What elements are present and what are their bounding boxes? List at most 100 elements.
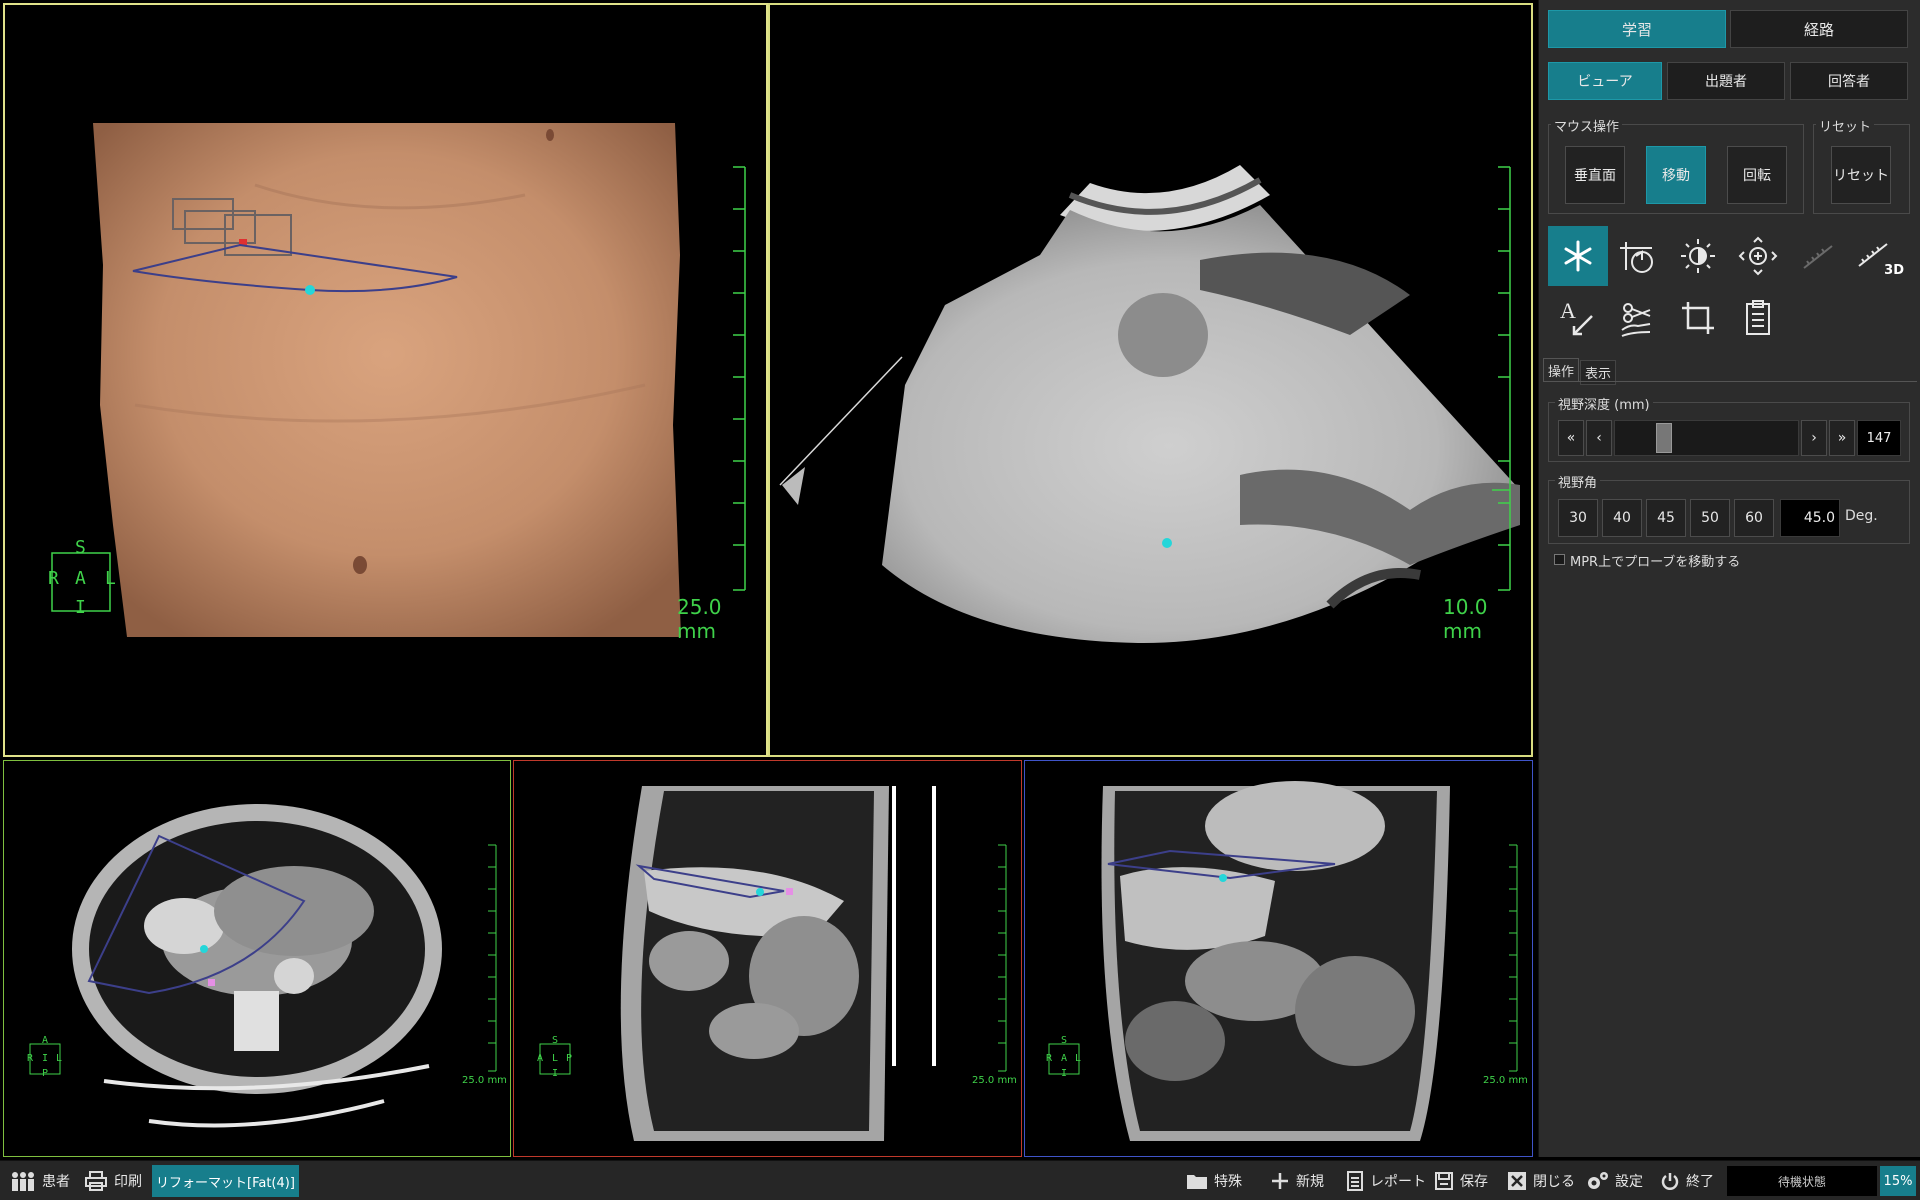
sagittal-viewport[interactable]: S A L P I 25.0 mm	[513, 760, 1022, 1157]
angle-45-button[interactable]: 45	[1646, 499, 1686, 537]
depth-last-button[interactable]: »	[1829, 420, 1855, 456]
power-icon	[1661, 1173, 1679, 1190]
plus-icon	[1272, 1173, 1288, 1189]
coronal-ct-image	[1048, 781, 1518, 1141]
orientation-left: R	[48, 568, 59, 589]
text-annotation-icon[interactable]: A	[1548, 288, 1608, 348]
orientation-right: P	[566, 1053, 573, 1064]
print-button[interactable]: 印刷	[84, 1161, 142, 1200]
crop-icon[interactable]	[1668, 288, 1728, 348]
axial-viewport[interactable]: A R I L P 25.0 mm	[3, 760, 511, 1157]
settings-button[interactable]: 設定	[1585, 1161, 1643, 1200]
orientation-center: L	[552, 1053, 559, 1064]
scale-ruler	[998, 844, 1007, 1072]
tab-operation[interactable]: 操作	[1543, 358, 1580, 382]
zoom-move-icon[interactable]	[1728, 226, 1788, 286]
probe-checkbox[interactable]	[1554, 554, 1565, 565]
cut-icon[interactable]	[1608, 288, 1668, 348]
coronal-viewport[interactable]: S R A L I 25.0 mm	[1024, 760, 1533, 1157]
angle-60-button[interactable]: 60	[1734, 499, 1774, 537]
depth-value[interactable]: 147	[1857, 420, 1901, 456]
axial-ct-image	[29, 804, 497, 1128]
exit-button[interactable]: 終了	[1660, 1161, 1714, 1200]
orientation-right: L	[105, 568, 116, 589]
reset-group-title: リセット	[1816, 116, 1875, 135]
angle-30-button[interactable]: 30	[1558, 499, 1598, 537]
orientation-center: A	[75, 568, 86, 589]
depth-slider-track[interactable]	[1614, 420, 1799, 456]
status-indicator: 待機状態	[1727, 1166, 1877, 1196]
close-icon	[1508, 1172, 1526, 1190]
tab-learning[interactable]: 学習	[1548, 10, 1726, 48]
move-button[interactable]: 移動	[1646, 146, 1706, 204]
close-button[interactable]: 閉じる	[1507, 1161, 1575, 1200]
target-point	[1219, 874, 1227, 882]
ruler-icon[interactable]	[1788, 226, 1848, 286]
reformat-tab[interactable]: リフォーマット[Fat(4)]	[152, 1165, 299, 1197]
report-icon	[1347, 1171, 1363, 1191]
rotate-button[interactable]: 回転	[1727, 146, 1787, 204]
new-label: 新規	[1296, 1174, 1324, 1190]
scale-ruler	[733, 166, 746, 591]
volume-render-viewport[interactable]: S R A L I 25.0 mm	[3, 3, 768, 757]
patients-icon	[12, 1172, 34, 1191]
angle-40-button[interactable]: 40	[1602, 499, 1642, 537]
tab-divider	[1543, 381, 1917, 382]
depth-next-button[interactable]: ›	[1801, 420, 1827, 456]
scale-label: 25.0 mm	[462, 1075, 507, 1086]
orientation-top: A	[42, 1035, 49, 1046]
scale-ruler	[1509, 844, 1518, 1072]
rotate-icon[interactable]	[1608, 226, 1668, 286]
depth-slider-thumb[interactable]	[1656, 423, 1672, 453]
report-label: レポート	[1370, 1174, 1426, 1190]
target-point	[1162, 538, 1172, 548]
target-point	[200, 945, 208, 953]
angle-value[interactable]: 45.0	[1780, 499, 1840, 537]
orientation-left: A	[537, 1053, 544, 1064]
tab-questioner[interactable]: 出題者	[1667, 62, 1785, 100]
save-icon	[1435, 1172, 1453, 1190]
tab-route[interactable]: 経路	[1730, 10, 1908, 48]
ruler-3d-icon[interactable]: 3D	[1848, 226, 1908, 286]
orientation-right: L	[56, 1053, 63, 1064]
scale-label: 10.0 mm	[1443, 595, 1488, 643]
clipboard-icon[interactable]	[1728, 288, 1788, 348]
mouse-operation-title: マウス操作	[1551, 116, 1623, 135]
scale-label: 25.0 mm	[1483, 1075, 1528, 1086]
tab-answerer[interactable]: 回答者	[1790, 62, 1908, 100]
depth-title: 視野深度 (mm)	[1555, 394, 1653, 413]
exit-label: 終了	[1686, 1174, 1714, 1190]
orientation-top: S	[75, 537, 86, 558]
new-button[interactable]: 新規	[1270, 1161, 1324, 1200]
angle-unit: Deg.	[1845, 508, 1878, 524]
orientation-top: S	[552, 1035, 559, 1046]
report-button[interactable]: レポート	[1346, 1161, 1426, 1200]
ultrasound-viewport[interactable]: 10.0 mm	[768, 3, 1533, 757]
sagittal-ct-image	[539, 786, 1007, 1141]
patient-label: 患者	[42, 1174, 70, 1190]
asterisk-icon[interactable]	[1548, 226, 1608, 286]
depth-prev-button[interactable]: ‹	[1586, 420, 1612, 456]
progress-percent: 15%	[1880, 1166, 1916, 1196]
scale-label: 25.0 mm	[677, 595, 722, 643]
ultrasound-image	[779, 165, 1520, 644]
reset-button[interactable]: リセット	[1831, 146, 1891, 204]
volume-render-image	[51, 123, 746, 637]
printer-icon	[85, 1171, 107, 1191]
ruler-3d-label: 3D	[1884, 263, 1904, 278]
orientation-bottom: I	[75, 597, 86, 618]
save-button[interactable]: 保存	[1434, 1161, 1488, 1200]
orientation-bottom: I	[1061, 1068, 1068, 1079]
save-label: 保存	[1460, 1174, 1488, 1190]
brightness-icon[interactable]	[1668, 226, 1728, 286]
orientation-bottom: P	[42, 1068, 49, 1079]
patient-button[interactable]: 患者	[10, 1161, 70, 1200]
close-label: 閉じる	[1533, 1174, 1575, 1190]
vertical-plane-button[interactable]: 垂直面	[1565, 146, 1625, 204]
depth-first-button[interactable]: «	[1558, 420, 1584, 456]
special-button[interactable]: 特殊	[1186, 1161, 1242, 1200]
print-label: 印刷	[114, 1174, 142, 1190]
angle-50-button[interactable]: 50	[1690, 499, 1730, 537]
special-label: 特殊	[1214, 1174, 1242, 1190]
tab-viewer[interactable]: ビューア	[1548, 62, 1662, 100]
